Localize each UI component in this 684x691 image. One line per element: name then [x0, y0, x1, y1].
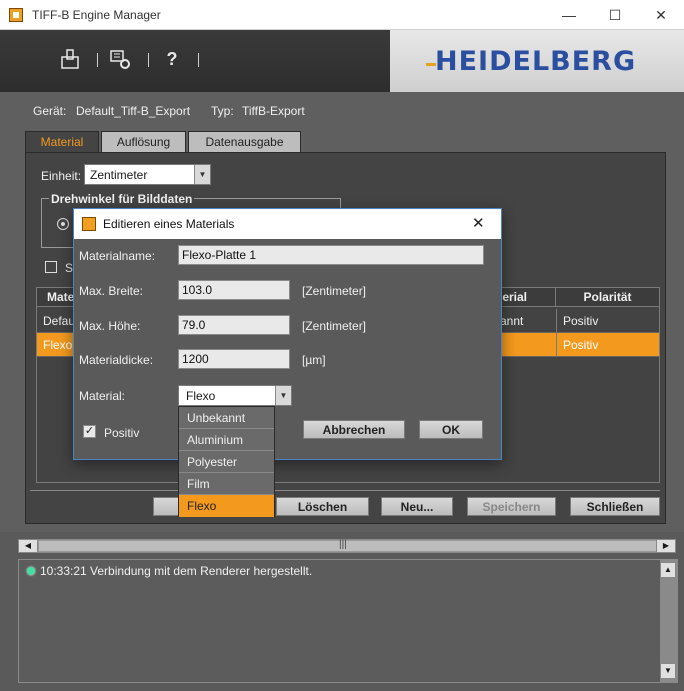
log-panel: 10:33:21 Verbindung mit dem Renderer her… — [18, 559, 678, 683]
option-polyester[interactable]: Polyester — [179, 451, 274, 473]
dialog-close-icon[interactable]: ✕ — [472, 214, 485, 232]
materialname-field[interactable]: Flexo-Platte 1 — [178, 245, 484, 265]
tab-material[interactable]: Material — [25, 131, 99, 152]
chevron-down-icon: ▼ — [275, 386, 291, 405]
max-height-field[interactable]: 79.0 — [178, 315, 290, 335]
device-value: Default_Tiff-B_Export — [76, 104, 191, 118]
scroll-grip: ||| — [339, 539, 347, 550]
material-select[interactable]: Flexo ▼ — [178, 385, 292, 406]
dialog-app-icon — [82, 217, 96, 231]
scroll-right-icon[interactable]: ▶ — [656, 539, 676, 553]
chevron-down-icon: ▼ — [194, 165, 210, 184]
table-cell-polarity: Positiv — [556, 333, 659, 357]
logo-accent — [426, 63, 436, 66]
column-header[interactable]: Polarität — [556, 288, 659, 307]
close-window-button[interactable]: ✕ — [638, 0, 684, 30]
new-button[interactable]: Neu... — [381, 497, 453, 516]
cancel-button[interactable]: Abbrechen — [303, 420, 405, 439]
max-width-unit: [Zentimeter] — [302, 284, 367, 298]
unit-select-value: Zentimeter — [90, 168, 148, 182]
max-width-label: Max. Breite: — [79, 284, 144, 298]
app-icon — [9, 8, 23, 22]
max-width-field[interactable]: 103.0 — [178, 280, 290, 300]
window-title: TIFF-B Engine Manager — [32, 8, 161, 22]
close-button[interactable]: Schließen — [570, 497, 660, 516]
option-flexo[interactable]: Flexo — [179, 495, 274, 517]
material-select-value: Flexo — [186, 389, 216, 403]
brand-panel: HEIDELBERG — [390, 30, 684, 92]
minimize-button[interactable]: — — [546, 0, 592, 30]
type-label: Typ: — [211, 104, 234, 118]
tab-aufloesung[interactable]: Auflösung — [101, 131, 186, 152]
positive-checkbox[interactable]: ✓ — [83, 425, 96, 438]
log-entry: 10:33:21 Verbindung mit dem Renderer her… — [40, 564, 313, 578]
unit-select[interactable]: Zentimeter ▼ — [84, 164, 211, 185]
heidelberg-logo: HEIDELBERG — [435, 46, 637, 77]
option-aluminium[interactable]: Aluminium — [179, 429, 274, 451]
max-height-unit: [Zentimeter] — [302, 319, 367, 333]
max-height-label: Max. Höhe: — [79, 319, 141, 333]
scroll-thumb[interactable]: ||| — [38, 539, 658, 552]
device-label: Gerät: — [33, 104, 67, 118]
positive-checkbox-label: Positiv — [104, 426, 140, 440]
scroll-up-icon[interactable]: ▲ — [660, 562, 676, 578]
type-value: TiffB-Export — [242, 104, 305, 118]
device-settings-icon[interactable] — [109, 48, 131, 70]
option-film[interactable]: Film — [179, 473, 274, 495]
divider — [30, 490, 660, 491]
thickness-label: Materialdicke: — [79, 353, 154, 367]
table-cell-name: Flexo — [43, 338, 73, 352]
dialog-title-bar: Editieren eines Materials ✕ — [74, 209, 501, 239]
thickness-field[interactable]: 1200 — [178, 349, 290, 369]
engine-icon[interactable] — [59, 48, 81, 70]
maximize-button[interactable]: ☐ — [592, 0, 638, 30]
dialog-title: Editieren eines Materials — [103, 217, 235, 231]
horizontal-scrollbar[interactable]: ◀ ||| ▶ — [18, 539, 676, 553]
materialname-label: Materialname: — [79, 249, 156, 263]
toolbar-separator — [97, 53, 98, 67]
material-label: Material: — [79, 389, 126, 403]
rotation-group-title: Drehwinkel für Bilddaten — [49, 192, 195, 206]
option-checkbox-label: S — [65, 261, 74, 275]
toolbar-separator — [198, 53, 199, 67]
status-ok-icon — [27, 567, 35, 575]
table-cell-name: Defau — [43, 314, 76, 328]
scroll-left-icon[interactable]: ◀ — [18, 539, 38, 553]
rotation-radio[interactable] — [57, 218, 69, 230]
delete-button[interactable]: Löschen — [276, 497, 369, 516]
option-checkbox[interactable] — [45, 261, 57, 273]
table-cell-polarity: Positiv — [556, 309, 659, 333]
title-bar: TIFF-B Engine Manager — ☐ ✕ — [0, 0, 684, 30]
thickness-unit: [µm] — [302, 353, 326, 367]
help-icon[interactable]: ? — [161, 48, 183, 70]
scroll-down-icon[interactable]: ▼ — [660, 663, 676, 679]
toolbar-separator — [148, 53, 149, 67]
vertical-scrollbar[interactable]: ▲ ▼ — [660, 560, 677, 682]
tab-datenausgabe[interactable]: Datenausgabe — [188, 131, 301, 152]
option-unbekannt[interactable]: Unbekannt — [179, 407, 274, 429]
table-cell-material: annt — [500, 314, 524, 328]
material-options-list: Unbekannt Aluminium Polyester Film Flexo — [178, 406, 275, 517]
unit-label: Einheit: — [41, 169, 82, 183]
ok-button[interactable]: OK — [419, 420, 483, 439]
save-button[interactable]: Speichern — [467, 497, 556, 516]
